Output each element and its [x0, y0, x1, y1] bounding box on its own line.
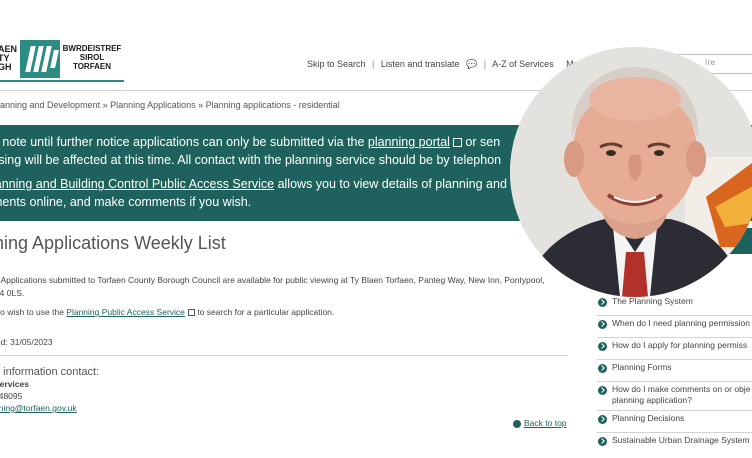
related-link-label: planning application?: [612, 395, 692, 405]
related-link-label: How do I apply for planning permiss: [612, 340, 748, 350]
back-to-top-link[interactable]: Back to top: [513, 418, 567, 428]
top-strip: [0, 0, 752, 39]
last-modified: ied: 31/05/2023: [0, 337, 53, 347]
page-title: ning Applications Weekly List: [0, 233, 226, 253]
notice-text: or sen: [461, 135, 501, 149]
logo-line: SIROL: [79, 53, 105, 62]
related-link-label: How do I make comments on or obje: [612, 384, 751, 394]
back-to-top-label: Back to top: [524, 418, 567, 428]
related-link-label: Planning Decisions: [612, 413, 685, 423]
paragraph-text: to search for a particular application.: [194, 307, 335, 317]
contact-heading: e information contact:: [0, 366, 100, 378]
chevron-right-icon: [598, 386, 607, 395]
external-link-icon: [187, 309, 195, 317]
public-access-paragraph: lso wish to use the Planning Public Acce…: [0, 307, 334, 317]
utility-links: Skip to Search | Listen and translate 💬 …: [307, 59, 604, 70]
intro-line: P4 0LS.: [0, 288, 25, 298]
chevron-right-icon: [598, 320, 607, 329]
notice-text: allows you to view details of planning a…: [274, 177, 518, 191]
skip-to-search-link[interactable]: Skip to Search: [307, 59, 366, 69]
paragraph-text: lso wish to use the: [0, 307, 67, 317]
notice-text: ssing will be affected at this time. All…: [0, 153, 502, 167]
chevron-right-icon: [598, 437, 607, 446]
planning-portal-link[interactable]: planning portal: [368, 135, 450, 149]
related-link-label: Sustainable Urban Drainage System: [612, 435, 750, 445]
portrait-illustration: [510, 47, 752, 297]
related-link[interactable]: How do I apply for planning permiss: [597, 340, 752, 360]
logo-line: GH: [0, 62, 12, 72]
related-link[interactable]: Planning Decisions: [597, 413, 752, 433]
related-link[interactable]: When do I need planning permission: [597, 318, 752, 338]
logo-text-english: AEN TY GH: [0, 45, 17, 72]
chevron-right-icon: [598, 342, 607, 351]
intro-paragraph: g Applications submitted to Torfaen Coun…: [0, 274, 574, 300]
council-logo-icon[interactable]: [20, 40, 60, 78]
contact-name: Services: [0, 379, 29, 389]
intro-line: g Applications submitted to Torfaen Coun…: [0, 275, 545, 285]
related-links-list: The Planning System When do I need plann…: [597, 296, 752, 452]
external-link-icon: [452, 138, 462, 148]
related-link-label: When do I need planning permission: [612, 318, 750, 328]
chevron-right-icon: [598, 364, 607, 373]
arrow-up-icon: [513, 419, 521, 428]
a-z-services-link[interactable]: A-Z of Services: [492, 59, 554, 69]
contact-phone: 648095: [0, 391, 23, 401]
logo-underline: [0, 80, 124, 82]
related-link[interactable]: How do I make comments on or obje planni…: [597, 384, 752, 411]
divider: [0, 355, 568, 356]
portrait-photo: [510, 47, 752, 297]
breadcrumb[interactable]: lanning and Development » Planning Appli…: [0, 100, 340, 110]
logo-text-welsh: BWRDEISTREF SIROL TORFAEN: [62, 44, 122, 71]
contact-block: e information contact: Services 648095 n…: [0, 366, 99, 414]
logo-line: TORFAEN: [72, 62, 112, 71]
related-link[interactable]: Sustainable Urban Drainage System: [597, 435, 752, 452]
public-access-service-link[interactable]: lanning and Building Control Public Acce…: [0, 177, 274, 191]
related-link-label: Planning Forms: [612, 362, 672, 372]
related-link-label: The Planning System: [612, 296, 693, 306]
listen-translate-link[interactable]: Listen and translate: [381, 59, 460, 69]
notice-text: ments online, and make comments if you w…: [0, 195, 252, 209]
chevron-right-icon: [598, 415, 607, 424]
related-link[interactable]: The Planning System: [597, 296, 752, 316]
planning-public-access-link[interactable]: Planning Public Access Service: [66, 307, 185, 317]
search-placeholder: ire: [705, 58, 716, 67]
logo-line: BWRDEISTREF: [62, 44, 122, 53]
chevron-right-icon: [598, 298, 607, 307]
contact-email-link[interactable]: nning@torfaen.gov.uk: [0, 402, 99, 414]
notice-text: e note until further notice applications…: [0, 135, 368, 149]
speech-bubble-icon: 💬: [465, 59, 478, 69]
related-link[interactable]: Planning Forms: [597, 362, 752, 382]
